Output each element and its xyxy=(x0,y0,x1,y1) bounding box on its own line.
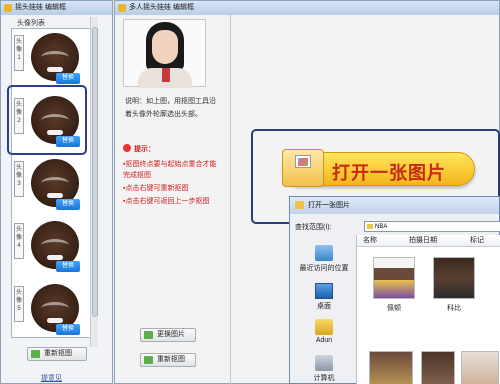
feedback-link[interactable]: 提意见 xyxy=(41,373,62,383)
avatar-item-4[interactable]: 头像4 替换 xyxy=(13,219,89,274)
place-user[interactable]: Adun xyxy=(294,319,354,344)
instructions-text: 说明：如上图，用抠图工具沿着头像外轮廓选出头部。 xyxy=(125,98,216,118)
open-image-label: 打开一张图片 xyxy=(332,163,446,183)
crop-icon xyxy=(144,356,153,364)
avatar-tag: 头像5 xyxy=(14,286,24,322)
tip-text: 点击右键可重新抠图 xyxy=(125,185,189,192)
avatar-list: 头像1 替换 头像2 替换 头像3 替换 头像4 替换 头像5 替换 xyxy=(11,28,91,338)
replace-image-button[interactable]: 更换图片 xyxy=(140,328,196,342)
avatar-tag: 头像4 xyxy=(14,223,24,259)
photo-face xyxy=(152,30,178,64)
panel-divider xyxy=(230,15,231,384)
replace-button[interactable]: 替换 xyxy=(56,324,80,335)
tip-item: ▪点击右键可重新抠图 xyxy=(123,185,189,192)
avatar-item-1[interactable]: 头像1 替换 xyxy=(13,31,89,86)
place-label: 计算机 xyxy=(313,375,335,382)
sample-photo xyxy=(123,19,206,88)
place-label: 最近访问的位置 xyxy=(299,265,349,272)
file-list-header: 名称 拍摄日期 标记 xyxy=(357,235,500,247)
column-tags[interactable]: 标记 xyxy=(470,235,484,247)
replace-button[interactable]: 替换 xyxy=(56,261,80,272)
computer-icon xyxy=(315,355,333,371)
dialog-title-bar: 打开一张图片 xyxy=(290,197,499,214)
desktop-icon xyxy=(315,283,333,299)
file-name[interactable]: 科比 xyxy=(432,303,476,313)
avatar-item-3[interactable]: 头像3 替换 xyxy=(13,157,89,212)
left-title-bar: 摇头娃娃 编辑框 xyxy=(1,1,112,15)
place-label: Adun xyxy=(315,337,333,344)
avatar-editor-window: 摇头娃娃 编辑框 头像列表 头像1 替换 头像2 替换 头像3 替换 头像4 替… xyxy=(0,0,113,384)
avatar-tag: 头像1 xyxy=(14,35,24,71)
place-computer[interactable]: 计算机 xyxy=(294,355,354,383)
avatar-tag: 头像3 xyxy=(14,161,24,197)
mid-recrop-label: 重新抠图 xyxy=(157,356,185,363)
place-desktop[interactable]: 桌面 xyxy=(294,283,354,311)
file-name[interactable]: 佩顿 xyxy=(372,303,416,313)
tip-icon xyxy=(123,144,131,152)
photo-tie xyxy=(162,68,170,82)
column-name[interactable]: 名称 xyxy=(363,235,377,247)
file-thumb-5[interactable] xyxy=(461,351,499,384)
dialog-title: 打开一张图片 xyxy=(308,202,350,209)
look-in-combo[interactable]: NBA xyxy=(364,221,500,232)
left-recrop-label: 重新抠图 xyxy=(44,350,72,357)
file-thumb-kobe[interactable] xyxy=(433,257,475,299)
photo-5 xyxy=(462,352,498,384)
tip-text: 点击右键可返回上一步抠图 xyxy=(125,198,210,205)
selection-highlight xyxy=(7,85,87,155)
photo-payton xyxy=(374,258,414,298)
crop-icon xyxy=(31,350,40,358)
picture-glyph xyxy=(295,155,311,168)
tip-text: 抠图终点要与起始点重合才能完成抠图 xyxy=(123,161,217,179)
file-thumb-4[interactable] xyxy=(421,351,455,384)
column-date-taken[interactable]: 拍摄日期 xyxy=(409,235,437,247)
avatar-list-scrollbar[interactable] xyxy=(90,17,98,347)
tips-list: ▪抠图终点要与起始点重合才能完成抠图 ▪点击右键可重新抠图 ▪点击右键可返回上一… xyxy=(123,159,219,209)
photo-kobe xyxy=(434,258,474,298)
avatar-list-title: 头像列表 xyxy=(17,20,45,27)
scrollbar-thumb[interactable] xyxy=(92,27,98,317)
mid-title-bar: 多人摇头娃娃 编辑框 xyxy=(115,1,499,15)
open-image-button[interactable]: 打开一张图片 xyxy=(282,149,475,187)
left-window-title: 摇头娃娃 编辑框 xyxy=(15,4,66,11)
app-icon xyxy=(4,4,12,12)
recent-places-icon xyxy=(315,245,333,261)
left-recrop-button[interactable]: 重新抠图 xyxy=(27,347,87,361)
tips-title-label: 提示： xyxy=(134,146,155,153)
tip-item: ▪点击右键可返回上一步抠图 xyxy=(123,198,210,205)
image-icon xyxy=(144,331,153,339)
tip-item: ▪抠图终点要与起始点重合才能完成抠图 xyxy=(123,161,217,179)
dialog-icon xyxy=(295,201,304,209)
look-in-label: 查找范围(I): xyxy=(295,224,332,231)
app-icon xyxy=(118,4,126,12)
places-bar: 最近访问的位置 桌面 Adun 计算机 xyxy=(294,233,354,384)
file-list-pane: 名称 拍摄日期 标记 佩顿 科比 xyxy=(356,235,500,384)
replace-button[interactable]: 替换 xyxy=(56,73,80,84)
replace-image-label: 更换图片 xyxy=(157,331,185,338)
file-thumb-3[interactable] xyxy=(369,351,413,384)
look-in-value: NBA xyxy=(375,224,388,230)
open-file-dialog: 打开一张图片 查找范围(I): NBA 最近访问的位置 桌面 Adun 计算机 … xyxy=(289,196,500,384)
tips-title: 提示： xyxy=(123,144,155,154)
user-folder-icon xyxy=(315,319,333,335)
place-recent[interactable]: 最近访问的位置 xyxy=(294,245,354,273)
replace-button[interactable]: 替换 xyxy=(56,199,80,210)
mid-recrop-button[interactable]: 重新抠图 xyxy=(140,353,196,367)
file-thumb-payton[interactable] xyxy=(373,257,415,299)
photo-4 xyxy=(422,352,454,384)
folder-image-icon xyxy=(282,149,324,187)
photo-3 xyxy=(370,352,412,384)
avatar-item-5[interactable]: 头像5 替换 xyxy=(13,282,89,337)
folder-icon xyxy=(367,224,373,229)
place-label: 桌面 xyxy=(317,303,331,310)
mid-window-title: 多人摇头娃娃 编辑框 xyxy=(129,4,194,11)
